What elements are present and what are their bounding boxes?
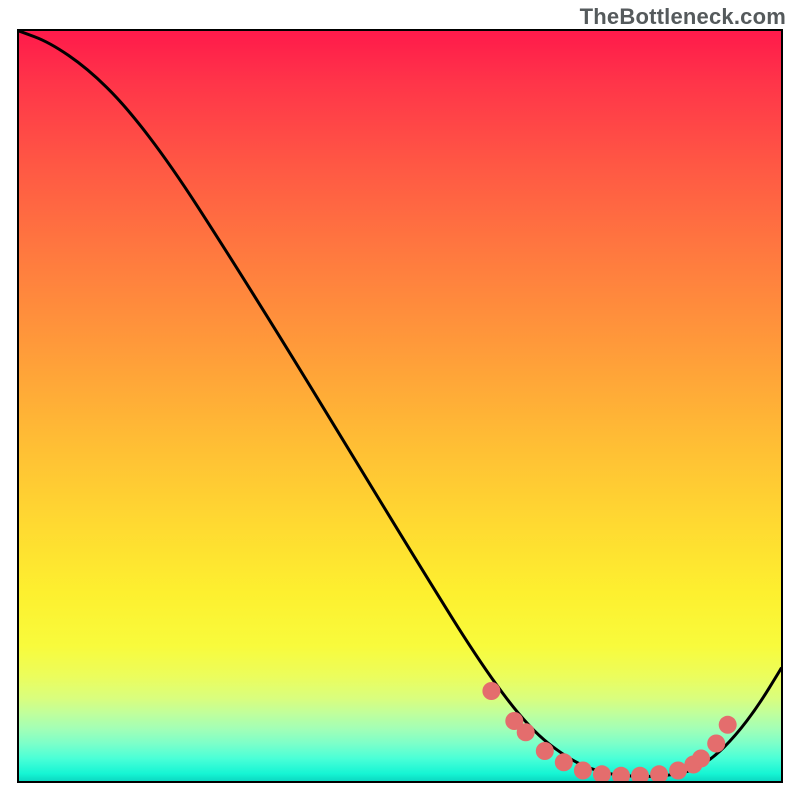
highlight-dot — [707, 735, 725, 753]
highlight-dots — [482, 682, 736, 781]
plot-area — [17, 29, 783, 783]
watermark-text: TheBottleneck.com — [580, 4, 786, 30]
highlight-dot — [631, 767, 649, 781]
highlight-dot — [669, 762, 687, 780]
highlight-dot — [612, 767, 630, 781]
highlight-dot — [692, 750, 710, 768]
chart-svg — [19, 31, 781, 781]
highlight-dot — [482, 682, 500, 700]
highlight-dot — [650, 765, 668, 781]
highlight-dot — [593, 765, 611, 781]
highlight-dot — [555, 753, 573, 771]
highlight-dot — [574, 762, 592, 780]
chart-stage: TheBottleneck.com — [0, 0, 800, 800]
bottleneck-curve — [19, 31, 781, 777]
highlight-dot — [536, 742, 554, 760]
highlight-dot — [719, 716, 737, 734]
highlight-dot — [517, 723, 535, 741]
